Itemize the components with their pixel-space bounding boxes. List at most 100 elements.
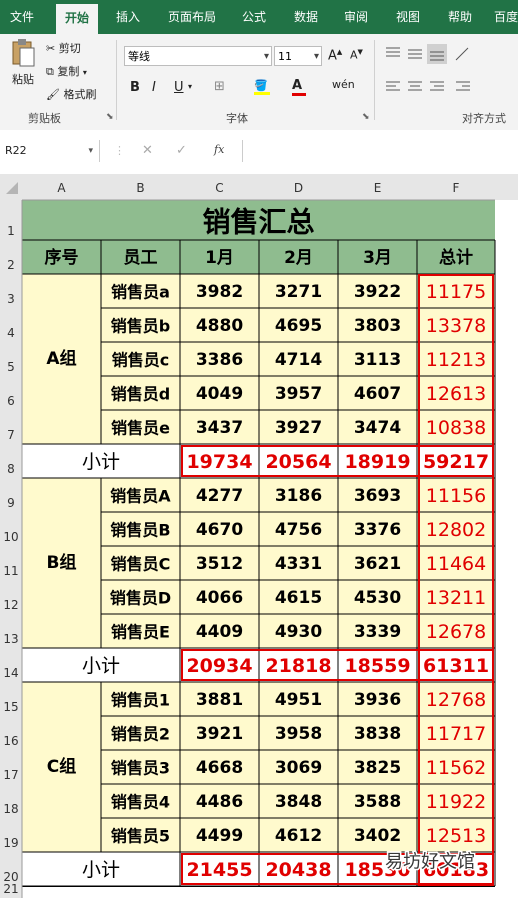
font-size-value: 11 [278,50,292,63]
copy-label: 复制 [57,65,80,78]
row-total-value: 12678 [426,621,486,643]
month3-value: 3113 [354,350,401,370]
row-header-7: 7 [7,428,15,442]
font-color-button[interactable]: A [292,78,306,96]
alignment-group-label: 对齐方式 [462,112,506,125]
brush-icon: 🖌 [46,88,60,101]
month3-value: 3693 [354,486,401,506]
employee-name: 销售员5 [111,827,170,846]
italic-button[interactable]: I [152,80,156,95]
clipboard-launcher-icon[interactable]: ⬊ [106,112,114,122]
font-name-value: 等线 [128,50,150,63]
cancel-icon[interactable]: ✕ [142,143,153,158]
tab-baidu[interactable]: 百度 [488,0,518,34]
fill-color-button[interactable]: 🪣 [254,79,270,95]
increase-font-button[interactable]: A▲ [328,48,342,63]
format-painter-label: 格式刷 [63,88,97,101]
align-top-icon[interactable] [386,47,400,57]
tab-review[interactable]: 审阅 [336,0,376,34]
font-launcher-icon[interactable]: ⬊ [362,112,370,122]
insert-function-icon[interactable]: fx [214,143,224,156]
align-right-icon[interactable] [430,81,444,91]
employee-name: 销售员d [111,385,170,404]
month3-value: 3474 [354,418,401,438]
row-total-value: 12613 [426,383,486,405]
align-middle-icon[interactable] [408,49,422,59]
month1-value: 3386 [196,350,243,370]
underline-button[interactable]: U [174,80,184,95]
tab-data[interactable]: 数据 [286,0,326,34]
employee-name: 销售员E [111,623,170,642]
column-header-bar [0,174,518,200]
employee-name: 销售员D [110,589,171,608]
month3-value: 3803 [354,316,401,336]
paste-label: 粘贴 [12,73,34,86]
font-name-select[interactable]: 等线 ▾ [124,46,272,66]
indent-icon[interactable] [456,81,470,91]
column-title: 员工 [124,248,158,268]
employee-name: 销售员4 [111,793,170,812]
align-center-icon[interactable] [408,81,422,91]
tab-page-layout[interactable]: 页面布局 [160,0,224,34]
orientation-icon[interactable] [455,47,469,61]
paint-bucket-icon: 🪣 [254,79,268,92]
spreadsheet-grid[interactable]: A B C D E F123456789101112131415161718192021销… [0,174,518,898]
chevron-down-icon[interactable]: ▾ [188,82,192,91]
row-total-value: 11717 [426,723,486,745]
employee-name: 销售员2 [111,725,170,744]
subtotal-total: 59217 [423,451,489,473]
month2-value: 3927 [275,418,322,438]
bold-button[interactable]: B [130,80,140,95]
subtotal-month1: 21455 [186,859,252,881]
column-header-a: A [57,181,66,195]
row-total-value: 10838 [426,417,486,439]
copy-button[interactable]: ⧉ 复制 ▾ [46,63,87,79]
phonetic-icon[interactable]: wén [332,78,355,91]
align-left-icon[interactable] [386,81,400,91]
borders-icon[interactable]: ⊞ [214,79,225,94]
tab-view[interactable]: 视图 [388,0,428,34]
decrease-font-button[interactable]: A▼ [350,48,363,62]
month2-value: 4930 [275,622,322,642]
column-header-b: B [136,181,144,195]
row-total-value: 11464 [426,553,486,575]
formula-bar: R22 ▾ ⋮ ✕ ✓ fx [0,130,518,175]
row-total-value: 12802 [426,519,486,541]
cut-label: 剪切 [58,42,81,55]
tab-insert[interactable]: 插入 [108,0,148,34]
row-header-10: 10 [3,530,18,544]
month2-value: 3958 [275,724,322,744]
month2-value: 3069 [275,758,322,778]
formula-input[interactable] [242,140,518,162]
enter-icon[interactable]: ✓ [176,143,187,158]
chevron-down-icon: ▾ [313,51,319,62]
month1-value: 4499 [196,826,243,846]
tab-file[interactable]: 文件 [0,0,44,34]
month1-value: 3982 [196,282,243,302]
font-size-select[interactable]: 11 ▾ [274,46,322,66]
ribbon: 粘贴 ✂ 剪切 ⧉ 复制 ▾ 🖌 格式刷 剪贴板 ⬊ 等线 ▾ 11 ▾ A▲ … [0,34,518,131]
cut-button[interactable]: ✂ 剪切 [46,40,81,56]
month1-value: 4277 [196,486,243,506]
tab-home[interactable]: 开始 [56,4,98,34]
subtotal-month3: 18559 [344,655,410,677]
name-box[interactable]: R22 ▾ [0,140,100,162]
subtotal-month2: 21818 [265,655,331,677]
subtotal-label: 小计 [82,655,120,677]
format-painter-button[interactable]: 🖌 格式刷 [46,86,96,102]
row-header-6: 6 [7,394,15,408]
tab-formulas[interactable]: 公式 [234,0,274,34]
month1-value: 4670 [196,520,243,540]
column-title: 1月 [205,248,234,268]
column-title: 序号 [45,247,79,268]
tab-help[interactable]: 帮助 [440,0,480,34]
row-header-21: 21 [3,882,18,896]
chevron-down-icon: ▾ [263,51,269,62]
paste-button[interactable]: 粘贴 [8,38,38,87]
month2-value: 4695 [275,316,322,336]
name-box-value: R22 [5,144,27,157]
row-header-11: 11 [3,564,18,578]
row-header-8: 8 [7,462,15,476]
month2-value: 4756 [275,520,322,540]
month1-value: 3512 [196,554,243,574]
